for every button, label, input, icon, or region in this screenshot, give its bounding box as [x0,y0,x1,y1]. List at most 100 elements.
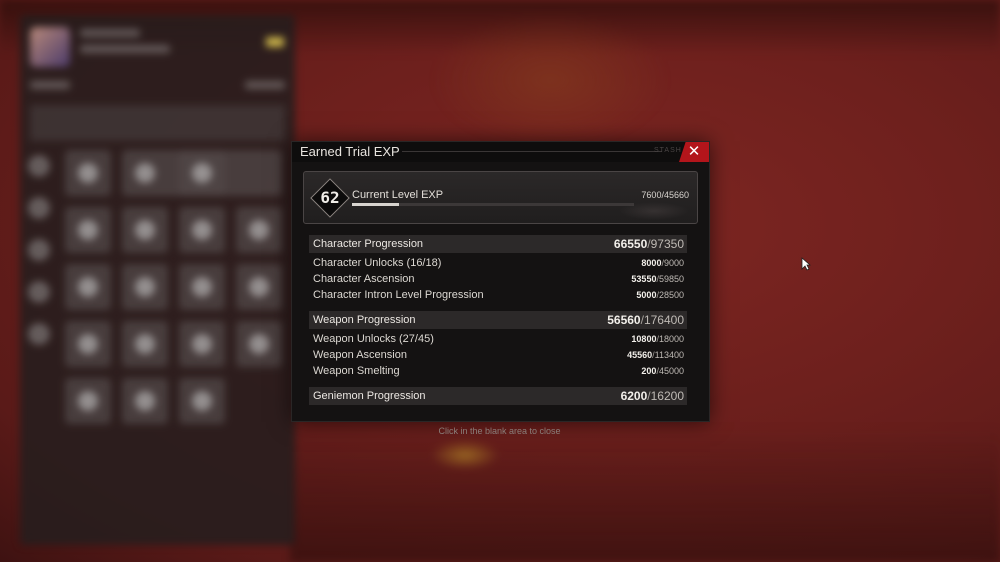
dialog-title: Earned Trial EXP [300,144,400,159]
row-value: 200/45000 [641,366,684,376]
item-slot [179,207,225,253]
list-item: Weapon Ascension 45560/113400 [309,347,687,363]
list-item: Character Intron Level Progression 5000/… [309,287,687,303]
background-lamp [430,440,500,470]
value-current: 56560 [607,313,641,327]
value-current: 53550 [631,274,657,284]
item-slot [179,378,225,424]
section-header: Character Progression 66550/97350 [309,235,687,253]
value-current: 8000 [641,258,662,268]
row-value: 45560/113400 [627,350,684,360]
item-slot [65,321,111,367]
row-label: Weapon Ascension [313,349,407,361]
value-max: 97350 [650,237,684,251]
value-current: 10800 [631,334,657,344]
list-item: Weapon Smelting 200/45000 [309,363,687,379]
section-header: Geniemon Progression 6200/16200 [309,387,687,405]
level-number: 62 [320,188,340,207]
value-max: 113400 [654,350,684,360]
section-value: 66550/97350 [613,237,684,251]
blurred-text [80,45,170,53]
avatar [30,27,70,67]
currency-badge-icon [266,37,284,47]
value-max: 9000 [663,258,684,268]
list-item: Character Ascension 53550/59850 [309,271,687,287]
item-slot [179,321,225,367]
close-button[interactable]: ✕ [679,142,709,162]
row-label: Character Unlocks (16/18) [313,257,442,269]
section-value: 56560/176400 [607,313,684,327]
side-icon [28,197,50,219]
section-label: Weapon Progression [313,314,416,326]
level-progress-bar [352,203,634,206]
earned-trial-exp-dialog: Earned Trial EXP STASH ✕ 62 Current Leve… [291,141,710,422]
value-current: 45560 [627,350,653,360]
item-slot [179,150,282,196]
section-label: Geniemon Progression [313,390,426,402]
blurred-text [245,81,285,89]
section-weapon-progression: Weapon Progression 56560/176400 Weapon U… [309,311,687,379]
value-current: 6200 [620,389,648,403]
blurred-inventory-panel [20,15,295,545]
side-icon [28,155,50,177]
value-max: 45000 [658,366,684,376]
side-icon [28,323,50,345]
section-geniemon-progression: Geniemon Progression 6200/16200 [309,387,687,405]
item-slot [236,207,282,253]
value-current: 200 [641,366,657,376]
row-label: Weapon Smelting [313,365,400,377]
value-current: 66550 [613,237,648,251]
dialog-header: Earned Trial EXP STASH ✕ [292,142,709,162]
value-max: 176400 [643,313,684,327]
item-slot [122,321,168,367]
section-character-progression: Character Progression 66550/97350 Charac… [309,235,687,303]
item-slot [179,264,225,310]
item-slot [236,264,282,310]
item-slot [122,378,168,424]
item-slot [65,207,111,253]
close-icon: ✕ [687,143,701,160]
level-badge: 62 [310,178,350,218]
row-label: Character Intron Level Progression [313,289,484,301]
current-level-panel: 62 Current Level EXP 7600/45660 [303,171,698,224]
side-icon [28,239,50,261]
value-max: 18000 [658,334,684,344]
row-label: Weapon Unlocks (27/45) [313,333,434,345]
list-item: Character Unlocks (16/18) 8000/9000 [309,255,687,271]
decorative-emblem-icon [619,202,689,220]
section-label: Character Progression [313,238,424,250]
item-slot [122,207,168,253]
level-label: Current Level EXP [352,189,444,201]
section-value: 6200/16200 [620,389,684,403]
blurred-text [80,29,140,37]
value-max: 16200 [650,389,684,403]
item-slot [65,264,111,310]
blurred-tab-bar [30,105,285,141]
level-progress-fill [352,203,399,206]
row-value: 10800/18000 [631,334,684,344]
item-slot [122,264,168,310]
section-header: Weapon Progression 56560/176400 [309,311,687,329]
item-slot [65,150,111,196]
side-icon [28,281,50,303]
mouse-cursor-icon [801,257,811,271]
background-floor [290,425,1000,562]
level-exp-max: 45660 [663,190,689,200]
row-value: 5000/28500 [636,290,684,300]
item-slot [236,321,282,367]
value-max: 28500 [658,290,684,300]
row-value: 53550/59850 [631,274,684,284]
header-divider [402,151,662,152]
row-value: 8000/9000 [641,258,684,268]
level-exp-current: 7600 [641,190,662,200]
blurred-text [30,81,70,89]
header-tag: STASH [654,147,682,154]
value-current: 5000 [636,290,657,300]
value-max: 59850 [658,274,684,284]
background-ornament [430,10,670,150]
close-hint-text: Click in the blank area to close [438,426,561,436]
row-label: Character Ascension [313,273,415,285]
list-item: Weapon Unlocks (27/45) 10800/18000 [309,331,687,347]
level-exp-values: 7600/45660 [641,190,689,200]
item-slot [65,378,111,424]
